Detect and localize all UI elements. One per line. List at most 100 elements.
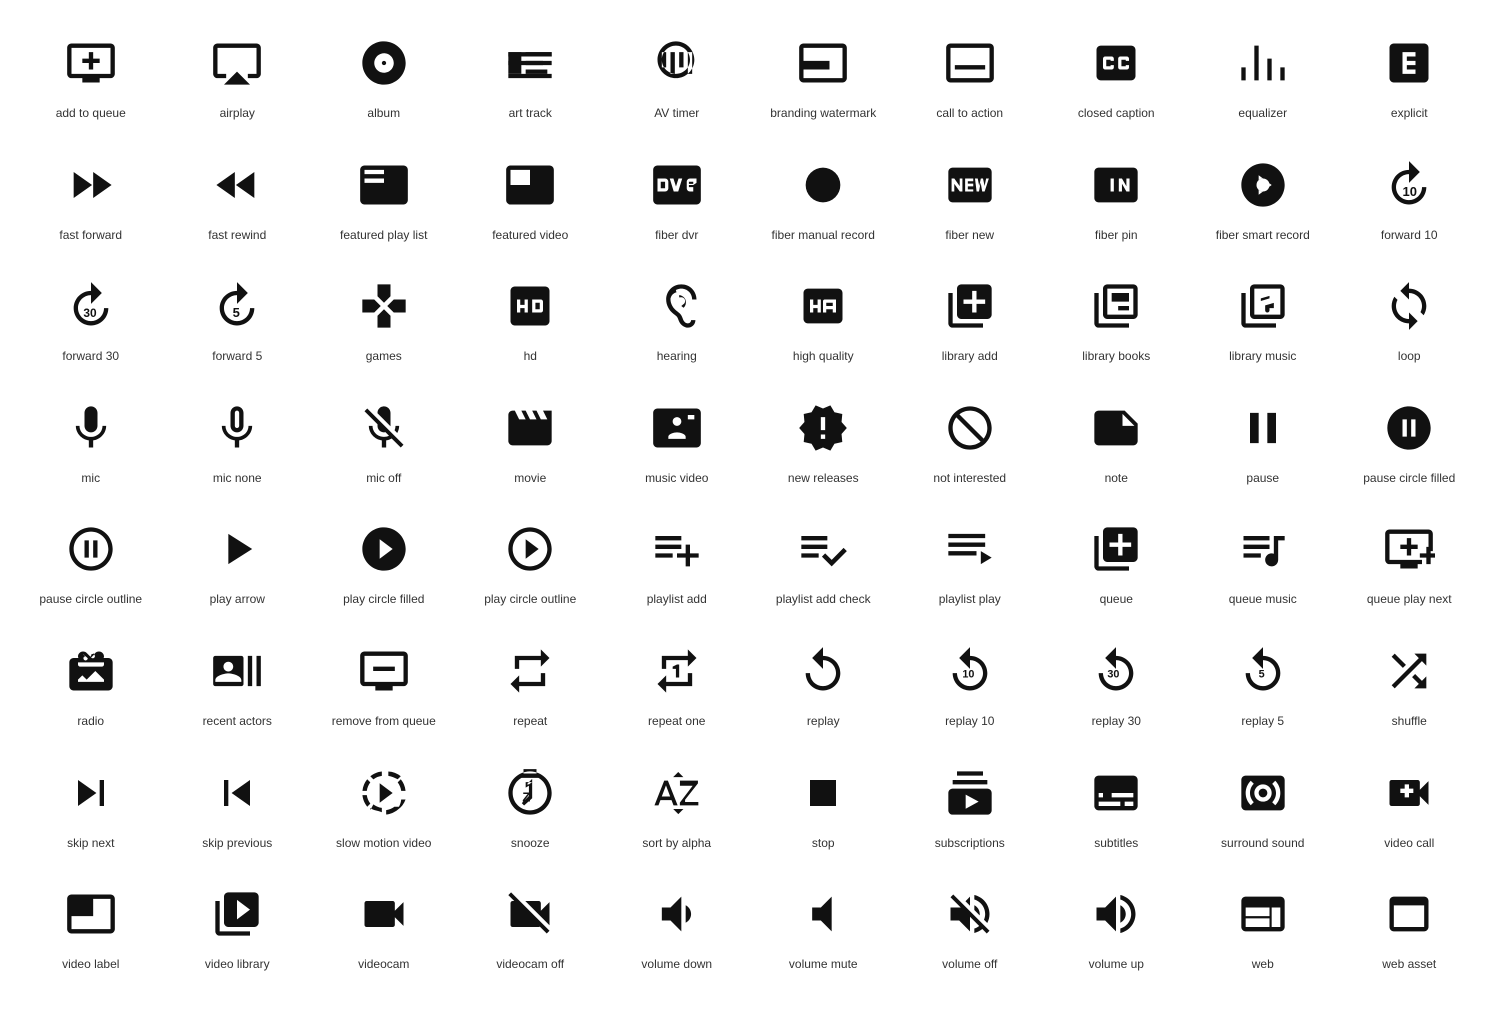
fiber-smart-record-icon [1228, 150, 1298, 220]
av-timer-icon [642, 28, 712, 98]
pause-circle-filled-icon [1374, 393, 1444, 463]
web-asset-icon [1374, 879, 1444, 949]
call-to-action-label: call to action [936, 106, 1003, 122]
fiber-dvr-icon [642, 150, 712, 220]
icon-cell-queue-play-next: queue play next [1339, 506, 1481, 618]
icon-cell-replay-10: 10 replay 10 [899, 628, 1041, 740]
icon-cell-shuffle: shuffle [1339, 628, 1481, 740]
stop-icon [788, 758, 858, 828]
icon-cell-airplay: airplay [167, 20, 309, 132]
video-label-label: video label [62, 957, 119, 973]
queue-play-next-icon [1374, 514, 1444, 584]
sort-by-alpha-label: sort by alpha [642, 836, 711, 852]
shuffle-icon [1374, 636, 1444, 706]
icon-cell-volume-down: volume down [606, 871, 748, 983]
icon-cell-fiber-pin: fiber pin [1046, 142, 1188, 254]
volume-off-label: volume off [942, 957, 997, 973]
hearing-label: hearing [657, 349, 697, 365]
fast-rewind-icon [202, 150, 272, 220]
icon-cell-repeat-one: repeat one [606, 628, 748, 740]
queue-label: queue [1100, 592, 1133, 608]
icon-cell-new-releases: new releases [753, 385, 895, 497]
icon-cell-fast-forward: fast forward [20, 142, 162, 254]
not-interested-icon [935, 393, 1005, 463]
fiber-dvr-label: fiber dvr [655, 228, 698, 244]
icon-cell-surround-sound: surround sound [1192, 750, 1334, 862]
subscriptions-icon [935, 758, 1005, 828]
note-label: note [1105, 471, 1128, 487]
web-icon [1228, 879, 1298, 949]
icon-cell-forward-30: 30 forward 30 [20, 263, 162, 375]
icon-cell-high-quality: high quality [753, 263, 895, 375]
icon-cell-videocam: videocam [313, 871, 455, 983]
svg-text:30: 30 [1108, 668, 1120, 680]
icon-cell-forward-10: 10 forward 10 [1339, 142, 1481, 254]
shuffle-label: shuffle [1392, 714, 1427, 730]
fast-forward-icon [56, 150, 126, 220]
icon-cell-mic-none: mic none [167, 385, 309, 497]
icon-cell-library-music: library music [1192, 263, 1334, 375]
pause-label: pause [1246, 471, 1279, 487]
featured-video-label: featured video [492, 228, 568, 244]
icon-cell-playlist-add: playlist add [606, 506, 748, 618]
radio-icon [56, 636, 126, 706]
recent-actors-label: recent actors [203, 714, 272, 730]
fiber-new-label: fiber new [945, 228, 994, 244]
icon-cell-volume-off: volume off [899, 871, 1041, 983]
surround-sound-icon [1228, 758, 1298, 828]
icon-cell-fiber-smart-record: fiber smart record [1192, 142, 1334, 254]
playlist-play-label: playlist play [939, 592, 1001, 608]
icon-cell-recent-actors: recent actors [167, 628, 309, 740]
slow-motion-video-label: slow motion video [336, 836, 431, 852]
videocam-off-icon [495, 879, 565, 949]
volume-off-icon [935, 879, 1005, 949]
videocam-label: videocam [358, 957, 409, 973]
movie-icon [495, 393, 565, 463]
hd-icon [495, 271, 565, 341]
volume-up-label: volume up [1089, 957, 1144, 973]
closed-caption-icon [1081, 28, 1151, 98]
volume-mute-label: volume mute [789, 957, 858, 973]
not-interested-label: not interested [933, 471, 1006, 487]
icon-cell-music-video: music video [606, 385, 748, 497]
slow-motion-video-icon [349, 758, 419, 828]
movie-label: movie [514, 471, 546, 487]
forward-30-label: forward 30 [62, 349, 119, 365]
icon-cell-forward-5: 5 forward 5 [167, 263, 309, 375]
playlist-add-check-icon [788, 514, 858, 584]
icon-cell-replay-5: 5 replay 5 [1192, 628, 1334, 740]
icon-cell-subscriptions: subscriptions [899, 750, 1041, 862]
explicit-icon [1374, 28, 1444, 98]
music-video-icon [642, 393, 712, 463]
icon-cell-skip-previous: skip previous [167, 750, 309, 862]
icon-cell-add-to-queue: add to queue [20, 20, 162, 132]
icon-grid: add to queue airplay album art track AV … [20, 20, 1480, 983]
repeat-label: repeat [513, 714, 547, 730]
icon-cell-album: album [313, 20, 455, 132]
icon-cell-stop: stop [753, 750, 895, 862]
add-to-queue-icon [56, 28, 126, 98]
forward-30-icon: 30 [56, 271, 126, 341]
icon-cell-mic: mic [20, 385, 162, 497]
remove-from-queue-icon [349, 636, 419, 706]
loop-icon [1374, 271, 1444, 341]
icon-cell-replay-30: 30 replay 30 [1046, 628, 1188, 740]
fiber-pin-icon [1081, 150, 1151, 220]
sort-by-alpha-icon [642, 758, 712, 828]
icon-cell-branding-watermark: branding watermark [753, 20, 895, 132]
volume-down-label: volume down [641, 957, 712, 973]
queue-icon [1081, 514, 1151, 584]
icon-cell-games: games [313, 263, 455, 375]
icon-cell-library-add: library add [899, 263, 1041, 375]
icon-cell-play-circle-filled: play circle filled [313, 506, 455, 618]
icon-cell-video-library: video library [167, 871, 309, 983]
explicit-label: explicit [1391, 106, 1428, 122]
airplay-icon [202, 28, 272, 98]
icon-cell-loop: loop [1339, 263, 1481, 375]
library-books-label: library books [1082, 349, 1150, 365]
album-label: album [367, 106, 400, 122]
icon-cell-video-call: video call [1339, 750, 1481, 862]
repeat-one-label: repeat one [648, 714, 705, 730]
video-library-icon [202, 879, 272, 949]
subtitles-label: subtitles [1094, 836, 1138, 852]
